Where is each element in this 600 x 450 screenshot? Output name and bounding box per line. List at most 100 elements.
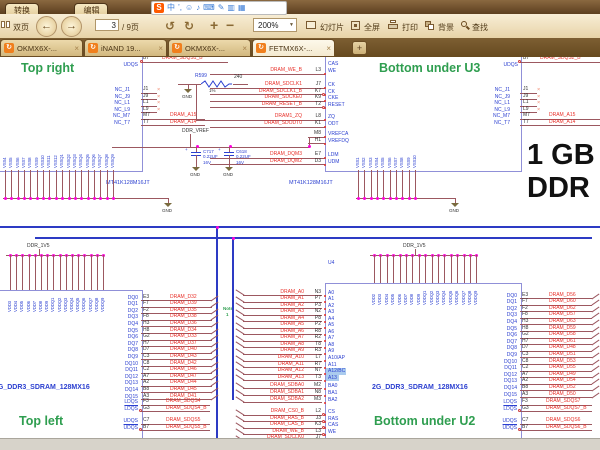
pin-dot bbox=[324, 164, 326, 166]
pin-name: CKE bbox=[328, 96, 338, 102]
junction-dot bbox=[382, 197, 385, 200]
pin-wire bbox=[520, 430, 536, 431]
rotate-left-button[interactable]: ↺ bbox=[165, 20, 175, 32]
pin-dot bbox=[324, 388, 326, 390]
pin-number: N8 bbox=[306, 390, 321, 396]
signal-label: DRAM_SDODT0 bbox=[232, 121, 302, 127]
skin-icon[interactable]: ▥ bbox=[227, 3, 235, 13]
junction-dot bbox=[363, 197, 366, 200]
zoom-out-button[interactable]: − bbox=[226, 19, 234, 31]
fullscreen-icon bbox=[351, 21, 360, 30]
pin-wire bbox=[88, 170, 89, 198]
vss-label: VSS9 bbox=[35, 150, 40, 168]
pin-wire bbox=[400, 255, 401, 283]
vss-label: VSS1 bbox=[356, 150, 361, 168]
pin-name: A1 bbox=[328, 297, 334, 303]
tab-okmx6x-2[interactable]: ↻ OKMX6X-... × bbox=[168, 39, 251, 57]
close-icon[interactable]: × bbox=[74, 44, 79, 53]
signal-label: DRAM_SDQS6_B bbox=[546, 425, 587, 431]
pin-wire bbox=[520, 411, 536, 412]
pin-wire bbox=[56, 170, 57, 198]
page-view-icon bbox=[1, 21, 5, 28]
print-button[interactable]: 打印 bbox=[402, 22, 418, 33]
pin-number: K1 bbox=[304, 121, 321, 127]
tab-inand[interactable]: ↻ iNAND 19... × bbox=[84, 39, 167, 57]
handwriting-icon[interactable]: ✎ bbox=[218, 3, 225, 13]
pin-number: L3 bbox=[304, 68, 321, 74]
junction-dot bbox=[80, 197, 83, 200]
pin-wire bbox=[364, 170, 365, 198]
sogou-logo[interactable]: S bbox=[154, 3, 164, 13]
junction-dot bbox=[10, 197, 13, 200]
pin-wire bbox=[409, 170, 410, 198]
close-icon[interactable]: × bbox=[242, 44, 247, 53]
pin-wire bbox=[438, 255, 439, 283]
resistor-refdes: R599 bbox=[195, 74, 207, 80]
background-button[interactable]: 背景 bbox=[438, 22, 454, 33]
pin-name: A13 bbox=[328, 376, 337, 382]
find-button[interactable]: 查找 bbox=[472, 22, 488, 33]
pin-wire bbox=[402, 170, 403, 198]
pin-wire bbox=[5, 170, 6, 198]
emoji-icon[interactable]: ☺ bbox=[185, 3, 193, 13]
h-bus-1 bbox=[0, 226, 600, 228]
back-button[interactable]: ← bbox=[36, 16, 57, 37]
pin-number: P7 bbox=[306, 296, 321, 302]
new-tab-button[interactable]: + bbox=[352, 41, 367, 55]
close-icon[interactable]: × bbox=[326, 44, 331, 53]
zoom-in-button[interactable]: + bbox=[210, 19, 218, 31]
pin-number: H1 bbox=[304, 138, 321, 144]
signal-label: DRAM_A1 bbox=[240, 296, 304, 302]
wire bbox=[233, 84, 248, 85]
pin-wire bbox=[457, 255, 458, 283]
zoom-level-select[interactable]: 200% ▼ bbox=[253, 18, 297, 32]
pin-wire bbox=[78, 255, 79, 290]
forward-button[interactable]: → bbox=[61, 16, 82, 37]
search-icon bbox=[466, 26, 470, 30]
pdf-app-icon: ↻ bbox=[4, 43, 14, 53]
slideshow-button[interactable]: 幻灯片 bbox=[320, 22, 344, 33]
rotate-right-button[interactable]: ↻ bbox=[184, 20, 194, 32]
pin-wire bbox=[30, 170, 31, 198]
fullscreen-button[interactable]: 全屏 bbox=[364, 22, 380, 33]
signal-label: DRAM_SDQS6 bbox=[546, 418, 580, 424]
vss-label: VSSQ8 bbox=[105, 150, 110, 168]
junction-dot bbox=[99, 197, 102, 200]
vss-label: VSS4 bbox=[3, 150, 8, 168]
voice-input-icon[interactable]: ♪ bbox=[196, 3, 200, 13]
soft-keyboard-icon[interactable]: ⌨ bbox=[203, 3, 215, 13]
junction-dot bbox=[308, 145, 311, 148]
control-row: DRAM_RESET_B T2 RESET bbox=[0, 103, 600, 109]
close-icon[interactable]: × bbox=[158, 44, 163, 53]
toolbox-icon[interactable]: ▦ bbox=[238, 3, 246, 13]
control-row: H1 VREFDQ bbox=[0, 139, 600, 145]
pdf-app-icon: ↻ bbox=[88, 43, 98, 53]
pin-wire bbox=[24, 170, 25, 198]
tab-label: OKMX6X-... bbox=[185, 44, 239, 53]
pin-wire bbox=[308, 127, 325, 128]
dqs-row: LDQS G3 DRAM_SDQS7_B bbox=[0, 407, 600, 413]
pin-wire bbox=[53, 255, 54, 290]
resistor-value: 240 bbox=[234, 75, 242, 81]
two-page-view-button[interactable]: 双页 bbox=[13, 22, 29, 33]
vss-label: VSSQ7 bbox=[98, 150, 103, 168]
chinese-mode-icon[interactable]: 中 bbox=[167, 3, 175, 13]
horizontal-scrollbar[interactable] bbox=[0, 438, 600, 450]
document-canvas[interactable]: Top right Bottom under U3 Top left Botto… bbox=[0, 0, 600, 450]
punctuation-icon[interactable]: ’, bbox=[178, 3, 182, 13]
pin-name: LDM bbox=[328, 153, 339, 159]
tab-fetmx6x-active[interactable]: ↻ FETMX6X-... × bbox=[252, 39, 335, 57]
pin-wire bbox=[18, 170, 19, 198]
pin-wire bbox=[41, 255, 42, 290]
cap-refdes: C618 bbox=[236, 149, 247, 154]
vss-label: VSS9 bbox=[407, 150, 412, 168]
tab-okmx6x-1[interactable]: ↻ OKMX6X-... × bbox=[0, 39, 83, 57]
pin-dot bbox=[324, 395, 326, 397]
pin-wire bbox=[113, 170, 114, 198]
pin-wire bbox=[393, 255, 394, 283]
pin-wire bbox=[69, 170, 70, 198]
page-number-input[interactable]: 3 bbox=[95, 19, 119, 31]
pin-wire bbox=[451, 255, 452, 283]
page-view-icon bbox=[6, 21, 10, 28]
junction-dot bbox=[55, 197, 58, 200]
